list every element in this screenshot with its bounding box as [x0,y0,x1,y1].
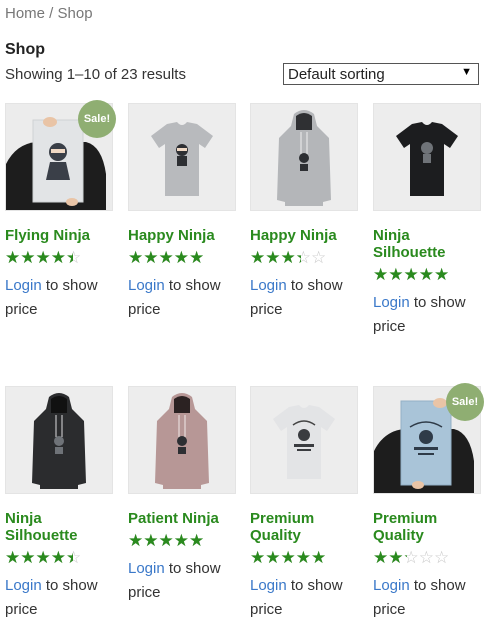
product-card: Sale! Premium Quality ☆☆☆☆☆ ★★★★★ Login … [373,383,484,622]
product-title[interactable]: Premium Quality [373,510,481,544]
breadcrumb-current: Shop [57,5,93,22]
product-price: Login to show price [373,574,481,622]
sort-select-value: Default sorting [288,66,385,83]
breadcrumb-separator: / [45,5,58,22]
chevron-down-icon: ▼ [461,66,472,78]
product-card: Ninja Silhouette ☆☆☆☆☆ ★★★★★ Login to sh… [5,386,113,622]
product-title[interactable]: Happy Ninja [250,227,358,244]
login-link[interactable]: Login [5,577,42,594]
product-price: Login to show price [128,557,236,605]
product-image[interactable] [5,386,113,494]
sale-badge: Sale! [446,383,484,421]
sort-select[interactable]: Default sorting ▼ [283,63,479,85]
star-icon: ★★★★★ [250,549,327,567]
product-image[interactable] [128,103,236,211]
breadcrumb-home-link[interactable]: Home [5,5,45,22]
star-icon: ★★★★★ [5,549,73,567]
product-card: Happy Ninja ☆☆☆☆☆ ★★★★★ Login to show pr… [128,103,236,322]
product-price: Login to show price [250,274,358,322]
login-link[interactable]: Login [250,577,287,594]
product-title[interactable]: Patient Ninja [128,510,236,527]
star-rating: ☆☆☆☆☆ ★★★★★ [5,249,90,267]
star-icon: ★★★★★ [373,549,407,567]
login-link[interactable]: Login [250,277,287,294]
product-price: Login to show price [5,274,113,322]
product-price: Login to show price [373,291,481,339]
star-rating: ☆☆☆☆☆ ★★★★★ [5,549,90,567]
product-title[interactable]: Ninja Silhouette [5,510,113,544]
product-image[interactable] [373,103,481,211]
star-icon: ★★★★★ [250,249,301,267]
product-image[interactable] [250,103,358,211]
hoodie-image [155,393,209,489]
login-link[interactable]: Login [128,277,165,294]
product-price: Login to show price [250,574,358,622]
star-icon: ★★★★★ [5,249,73,267]
star-rating: ☆☆☆☆☆ ★★★★★ [128,532,213,550]
product-title[interactable]: Ninja Silhouette [373,227,481,261]
tshirt-image [151,122,213,196]
breadcrumb: Home / Shop [5,5,93,22]
hoodie-image [277,110,331,206]
star-rating: ☆☆☆☆☆ ★★★★★ [250,249,335,267]
product-card: Premium Quality ☆☆☆☆☆ ★★★★★ Login to sho… [250,386,358,622]
product-price: Login to show price [128,274,236,322]
login-link[interactable]: Login [373,294,410,311]
login-link[interactable]: Login [128,560,165,577]
product-image[interactable] [128,386,236,494]
sale-badge: Sale! [78,100,116,138]
login-link[interactable]: Login [5,277,42,294]
product-card: Sale! Flying Ninja ☆☆☆☆☆ ★★★★★ Login to … [5,100,116,322]
star-rating: ☆☆☆☆☆ ★★★★★ [373,549,458,567]
star-rating: ☆☆☆☆☆ ★★★★★ [373,266,458,284]
star-rating: ☆☆☆☆☆ ★★★★★ [250,549,335,567]
star-icon: ★★★★★ [373,266,450,284]
product-card: Happy Ninja ☆☆☆☆☆ ★★★★★ Login to show pr… [250,103,358,322]
hoodie-image [32,393,86,489]
product-card: Ninja Silhouette ☆☆☆☆☆ ★★★★★ Login to sh… [373,103,481,339]
product-card: Patient Ninja ☆☆☆☆☆ ★★★★★ Login to show … [128,386,236,605]
star-icon: ★★★★★ [128,249,205,267]
product-title[interactable]: Flying Ninja [5,227,113,244]
product-price: Login to show price [5,574,113,622]
result-count: Showing 1–10 of 23 results [5,66,186,83]
product-image[interactable] [250,386,358,494]
star-icon: ★★★★★ [128,532,205,550]
tshirt-image [273,405,335,479]
page-title: Shop [5,41,45,58]
star-rating: ☆☆☆☆☆ ★★★★★ [128,249,213,267]
product-title[interactable]: Premium Quality [250,510,358,544]
tshirt-image [396,122,458,196]
login-link[interactable]: Login [373,577,410,594]
product-title[interactable]: Happy Ninja [128,227,236,244]
